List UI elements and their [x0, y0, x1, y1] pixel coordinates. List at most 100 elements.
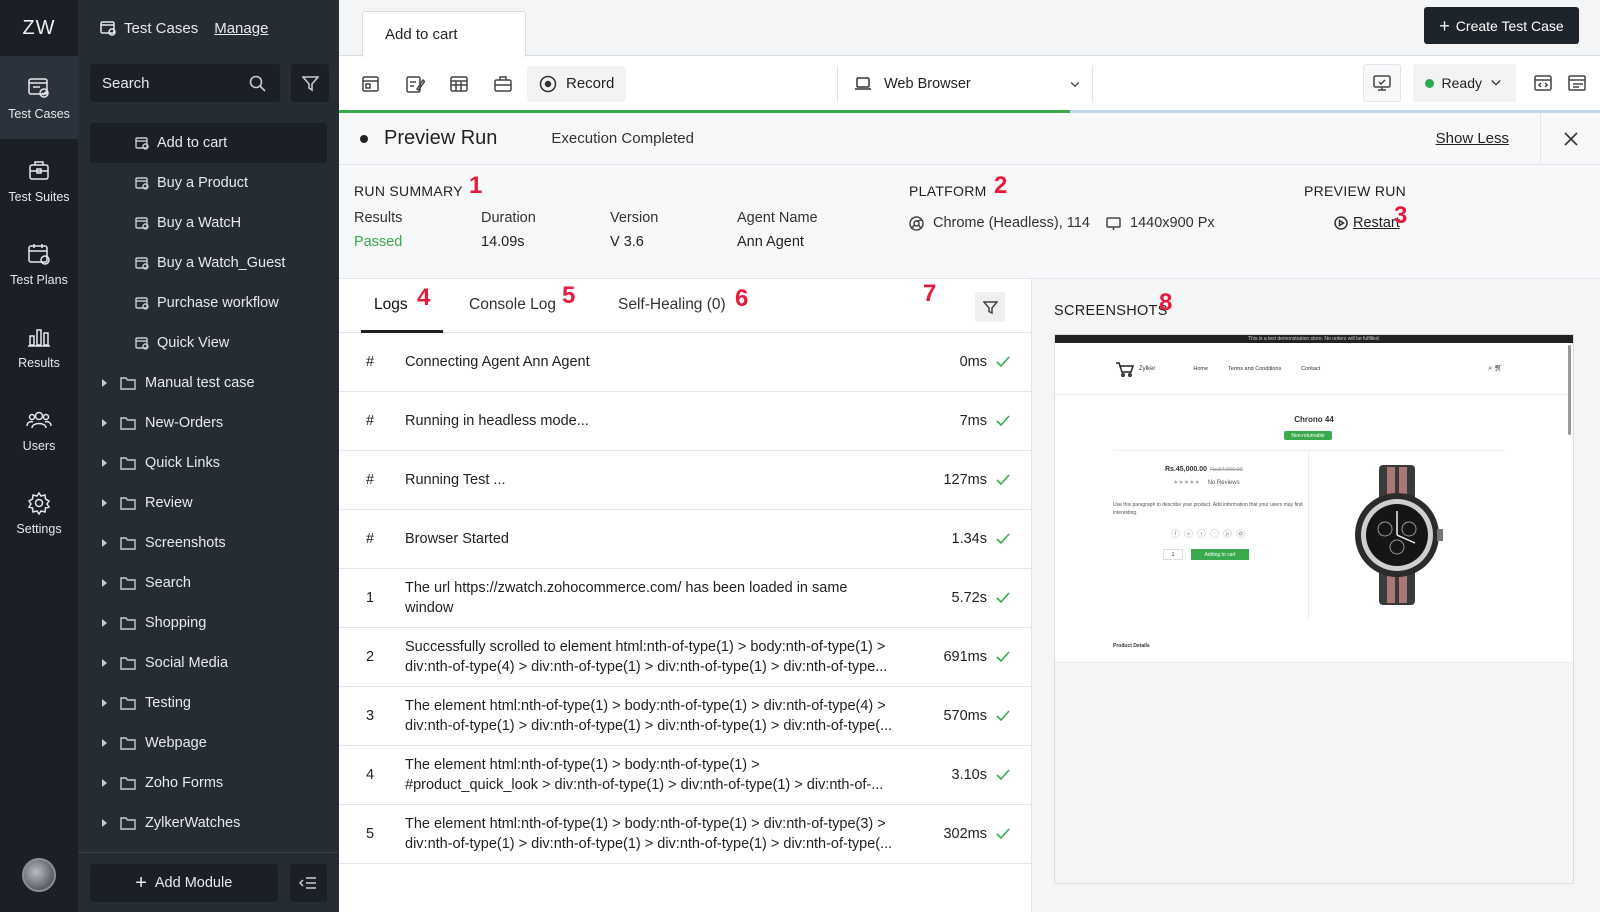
caret-right-icon — [102, 819, 107, 827]
rail-label: Settings — [16, 521, 62, 536]
sidebar-folder[interactable]: Shopping — [78, 603, 339, 643]
log-message: Browser Started — [405, 529, 911, 549]
check-icon — [995, 650, 1011, 664]
annotation-6: 6 — [735, 285, 749, 312]
tab-self-healing[interactable]: Self-Healing (0) — [618, 296, 726, 314]
layout-icon — [1568, 75, 1586, 91]
cart-logo-icon — [1116, 361, 1135, 377]
main-panel: Add to cart + Create Test Case Record We… — [339, 0, 1600, 912]
rail-item-test-cases[interactable]: Test Cases — [0, 56, 78, 139]
folder-icon — [120, 817, 136, 830]
sidebar-folder[interactable]: Zoho Forms — [78, 763, 339, 803]
caret-right-icon — [102, 539, 107, 547]
ready-status-dropdown[interactable]: Ready — [1412, 64, 1516, 102]
preview-run-section-title: PREVIEW RUN — [1304, 183, 1407, 199]
duration-label: Duration — [481, 210, 536, 226]
sidebar-test-case[interactable]: Buy a Watch_Guest — [90, 243, 327, 283]
sidebar-folder[interactable]: Screenshots — [78, 523, 339, 563]
screenshot-brand-name: Zylker — [1139, 365, 1156, 372]
sidebar-test-case[interactable]: Add to cart — [90, 123, 327, 163]
log-row[interactable]: # Running in headless mode... 7ms — [339, 392, 1031, 451]
execution-status: Execution Completed — [551, 130, 694, 147]
folder-label: Social Media — [145, 655, 229, 671]
sidebar-folder[interactable]: Webpage — [78, 723, 339, 763]
search-icon — [249, 75, 266, 92]
log-message: The url https://zwatch.zohocommerce.com/… — [405, 578, 911, 618]
rail-item-settings[interactable]: Settings — [0, 471, 78, 554]
sidebar-test-case[interactable]: Purchase workflow — [90, 283, 327, 323]
sidebar-folder[interactable]: New-Orders — [78, 403, 339, 443]
layout-view-button[interactable] — [1562, 64, 1592, 102]
log-row[interactable]: # Browser Started 1.34s — [339, 510, 1031, 569]
screenshot-preview[interactable]: This is a test demonstration store. No o… — [1054, 334, 1574, 884]
test-case-tree: Add to cart Buy a Product Buy a WatcH Buy a… — [78, 123, 339, 843]
create-test-case-button[interactable]: + Create Test Case — [1424, 7, 1579, 44]
sidebar-folder[interactable]: ZylkerWatches — [78, 803, 339, 843]
agent-name-label: Agent Name — [737, 210, 818, 226]
sidebar-test-case[interactable]: Quick View — [90, 323, 327, 363]
tool-suite-icon[interactable] — [481, 64, 525, 104]
rail-item-results[interactable]: Results — [0, 305, 78, 388]
screenshot-old-price: Rs.57,000.00 — [1210, 467, 1243, 473]
record-button[interactable]: Record — [527, 65, 627, 102]
filter-button[interactable] — [291, 64, 329, 102]
agent-button[interactable] — [1362, 64, 1401, 102]
log-row[interactable]: 5 The element html:nth-of-type(1) > body:… — [339, 805, 1031, 864]
log-row[interactable]: 1 The url https://zwatch.zohocommerce.com… — [339, 569, 1031, 628]
tool-test-case-icon[interactable] — [349, 64, 393, 104]
folder-label: Quick Links — [145, 455, 220, 471]
sidebar-folder[interactable]: Testing — [78, 683, 339, 723]
rail-item-users[interactable]: Users — [0, 388, 78, 471]
folder-icon — [120, 737, 136, 750]
log-duration: 127ms — [943, 472, 987, 488]
tool-data-table-icon[interactable] — [437, 64, 481, 104]
caret-right-icon — [102, 379, 107, 387]
sidebar-folder[interactable]: Review — [78, 483, 339, 523]
tab-console-log[interactable]: Console Log — [469, 296, 556, 314]
tab-add-to-cart[interactable]: Add to cart — [362, 11, 526, 57]
close-button[interactable] — [1540, 112, 1600, 165]
sidebar-folder[interactable]: Manual test case — [78, 363, 339, 403]
sidebar-folder[interactable]: Search — [78, 563, 339, 603]
log-row[interactable]: 4 The element html:nth-of-type(1) > body:… — [339, 746, 1031, 805]
sidebar-folder[interactable]: Social Media — [78, 643, 339, 683]
log-row[interactable]: # Connecting Agent Ann Agent 0ms — [339, 333, 1031, 392]
browser-select[interactable]: Web Browser — [837, 66, 1093, 102]
plus-icon: + — [135, 871, 147, 894]
folder-label: Testing — [145, 695, 191, 711]
code-view-button[interactable] — [1528, 64, 1558, 102]
screenshot-description: Use this paragraph to describe your prod… — [1113, 502, 1303, 516]
sidebar-test-case[interactable]: Buy a WatcH — [90, 203, 327, 243]
screenshot-nav-contact: Contact — [1301, 365, 1321, 372]
rail-item-test-plans[interactable]: Test Plans — [0, 222, 78, 305]
sidebar-header: Test Cases Manage — [78, 0, 339, 56]
rail-item-test-suites[interactable]: Test Suites — [0, 139, 78, 222]
sidebar-folder[interactable]: Quick Links — [78, 443, 339, 483]
log-step-number: # — [366, 531, 375, 547]
log-row[interactable]: # Running Test ... 127ms — [339, 451, 1031, 510]
log-filter-button[interactable] — [975, 292, 1005, 322]
screenshot-divider-h — [1113, 450, 1505, 451]
collapse-sidebar-button[interactable] — [289, 863, 327, 902]
rail-label: Test Suites — [8, 189, 70, 204]
screenshot-badge: Non-returnable — [1284, 431, 1332, 440]
search-input[interactable]: Search — [90, 64, 280, 102]
manage-link[interactable]: Manage — [214, 20, 268, 37]
tool-edit-icon[interactable] — [393, 64, 437, 104]
log-duration: 0ms — [959, 354, 987, 370]
version-label: Version — [610, 210, 659, 226]
log-row[interactable]: 2 Successfully scrolled to element html:n… — [339, 628, 1031, 687]
screenshots-pane: SCREENSHOTS 8 This is a test demonstrati… — [1031, 279, 1600, 912]
add-module-button[interactable]: + Add Module — [90, 863, 278, 902]
show-less-link[interactable]: Show Less — [1436, 130, 1509, 147]
log-row[interactable]: 3 The element html:nth-of-type(1) > body:… — [339, 687, 1031, 746]
sidebar-test-case[interactable]: Buy a Product — [90, 163, 327, 203]
test-case-label: Purchase workflow — [157, 295, 279, 311]
chevron-down-icon — [1491, 79, 1501, 86]
log-message-line: The element html:nth-of-type(1) > body:n… — [405, 757, 760, 773]
restart-link[interactable]: Restart — [1334, 215, 1400, 231]
tab-logs[interactable]: Logs — [374, 296, 408, 314]
test-case-label: Buy a Product — [157, 175, 249, 191]
avatar[interactable] — [22, 858, 56, 892]
log-step-number: 3 — [366, 708, 375, 724]
